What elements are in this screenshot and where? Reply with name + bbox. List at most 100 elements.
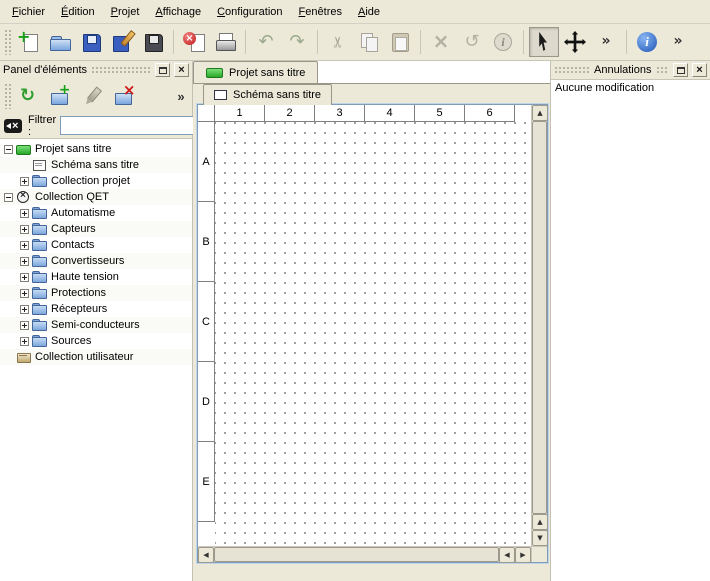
menu-item-affichage[interactable]: Affichage	[147, 2, 209, 22]
tree-item-automatisme[interactable]: Automatisme	[0, 205, 192, 221]
expander-plus-icon[interactable]	[20, 177, 29, 186]
expander-plus-icon[interactable]	[20, 321, 29, 330]
close-undo-panel-button[interactable]	[692, 63, 707, 77]
expander-minus-icon[interactable]	[4, 145, 13, 154]
folder-icon	[32, 319, 47, 331]
toolbar-buttons	[14, 27, 707, 57]
float-elements-panel-button[interactable]	[155, 63, 170, 77]
tree-item-collection-qet[interactable]: Collection QET	[0, 189, 192, 205]
tree-item-semi-conducteurs[interactable]: Semi-conducteurs	[0, 317, 192, 333]
undo-button[interactable]	[251, 27, 281, 57]
tree-item-protections[interactable]: Protections	[0, 285, 192, 301]
menu-item-aide[interactable]: Aide	[350, 2, 388, 22]
cursor-icon	[532, 30, 556, 54]
expander-plus-icon[interactable]	[20, 209, 29, 218]
tree-item-haute-tension[interactable]: Haute tension	[0, 269, 192, 285]
close-elements-panel-button[interactable]	[174, 63, 189, 77]
expander-minus-icon[interactable]	[4, 193, 13, 202]
expander-plus-icon[interactable]	[20, 305, 29, 314]
reload-collections-button[interactable]	[14, 83, 41, 109]
menu-item-fichier[interactable]: Fichier	[4, 2, 53, 22]
redo-button[interactable]	[282, 27, 312, 57]
copy-button[interactable]	[354, 27, 384, 57]
scroll-down-button[interactable]	[532, 530, 548, 546]
paste-button[interactable]	[385, 27, 415, 57]
elements-panel: Panel d'éléments Filtrer : Projet sans t…	[0, 61, 193, 581]
expander-plus-icon[interactable]	[20, 241, 29, 250]
tree-item-collection-projet[interactable]: Collection projet	[0, 173, 192, 189]
elements-toolbar-overflow-button[interactable]	[173, 84, 189, 108]
tree-item-schema-sans-titre[interactable]: Schéma sans titre	[0, 157, 192, 173]
schema-tab-label: Schéma sans titre	[233, 89, 321, 101]
new-element-button[interactable]	[46, 83, 73, 109]
toolbar-overflow-button[interactable]	[591, 27, 621, 57]
schema-canvas[interactable]	[215, 122, 531, 546]
undo-list-item[interactable]: Aucune modification	[551, 80, 710, 96]
edit-element-button[interactable]	[78, 83, 105, 109]
float-undo-panel-button[interactable]	[673, 63, 688, 77]
redo-icon	[285, 30, 309, 54]
toolbar-overflow-2-button[interactable]	[663, 27, 693, 57]
save-as-button[interactable]	[107, 27, 137, 57]
tree-item-capteurs[interactable]: Capteurs	[0, 221, 192, 237]
select-mode-button[interactable]	[529, 27, 559, 57]
scroll-up-button-2[interactable]	[532, 514, 548, 530]
tree-item-sources[interactable]: Sources	[0, 333, 192, 349]
tree-item-recepteurs[interactable]: Récepteurs	[0, 301, 192, 317]
save-as-icon	[110, 30, 134, 54]
delete-element-button[interactable]	[110, 83, 137, 109]
horizontal-scrollbar[interactable]	[198, 546, 531, 562]
elements-panel-drag-handle[interactable]	[91, 66, 151, 74]
scroll-up-button[interactable]	[532, 105, 548, 121]
vertical-scroll-thumb[interactable]	[532, 121, 547, 514]
tree-item-collection-utilisateur[interactable]: Collection utilisateur	[0, 349, 192, 365]
open-project-button[interactable]	[45, 27, 75, 57]
expander-plus-icon[interactable]	[20, 289, 29, 298]
tab-schema-sans-titre[interactable]: Schéma sans titre	[203, 84, 332, 105]
menu-item-fenetres[interactable]: Fenêtres	[291, 2, 350, 22]
schema-icon	[214, 90, 227, 100]
copy-icon	[357, 30, 381, 54]
expander-plus-icon[interactable]	[20, 337, 29, 346]
row-header-a: A	[198, 122, 215, 202]
move-mode-button[interactable]	[560, 27, 590, 57]
filter-input[interactable]	[60, 116, 208, 135]
scroll-right-button[interactable]	[515, 547, 531, 563]
menu-item-configuration[interactable]: Configuration	[209, 2, 290, 22]
scroll-left-button-2[interactable]	[499, 547, 515, 563]
menu-item-projet[interactable]: Projet	[103, 2, 148, 22]
tree-item-label: Convertisseurs	[51, 255, 124, 267]
tree-item-convertisseurs[interactable]: Convertisseurs	[0, 253, 192, 269]
print-button[interactable]	[210, 27, 240, 57]
tree-item-projet-sans-titre[interactable]: Projet sans titre	[0, 141, 192, 157]
undo-panel-drag-handle[interactable]	[554, 66, 590, 74]
save-button[interactable]	[76, 27, 106, 57]
tab-projet-sans-titre[interactable]: Projet sans titre	[193, 61, 318, 83]
vertical-scrollbar[interactable]	[531, 105, 547, 546]
elements-toolbar-drag-handle[interactable]	[4, 83, 11, 109]
toolbar-drag-handle[interactable]	[4, 29, 11, 55]
new-icon	[17, 30, 41, 54]
expander-plus-icon[interactable]	[20, 225, 29, 234]
new-project-button[interactable]	[14, 27, 44, 57]
arrow-right-icon	[520, 552, 525, 559]
delete-button[interactable]	[426, 27, 456, 57]
about-button[interactable]	[632, 27, 662, 57]
tree-item-label: Collection projet	[51, 175, 130, 187]
cut-button[interactable]	[323, 27, 353, 57]
tree-item-contacts[interactable]: Contacts	[0, 237, 192, 253]
save-all-button[interactable]	[138, 27, 168, 57]
expander-plus-icon[interactable]	[20, 257, 29, 266]
close-project-button[interactable]	[179, 27, 209, 57]
elements-toolbar-buttons	[14, 83, 137, 109]
rotate-button[interactable]	[457, 27, 487, 57]
undo-panel-drag-handle-2[interactable]	[656, 66, 670, 74]
horizontal-scroll-thumb[interactable]	[214, 547, 499, 562]
menubar: FichierÉditionProjetAffichageConfigurati…	[0, 0, 710, 24]
scroll-left-button[interactable]	[198, 547, 214, 563]
clear-filter-button[interactable]	[4, 118, 24, 134]
expander-plus-icon[interactable]	[20, 273, 29, 282]
element-info-button[interactable]	[488, 27, 518, 57]
schema-icon	[32, 159, 47, 171]
menu-item-edition[interactable]: Édition	[53, 2, 103, 22]
